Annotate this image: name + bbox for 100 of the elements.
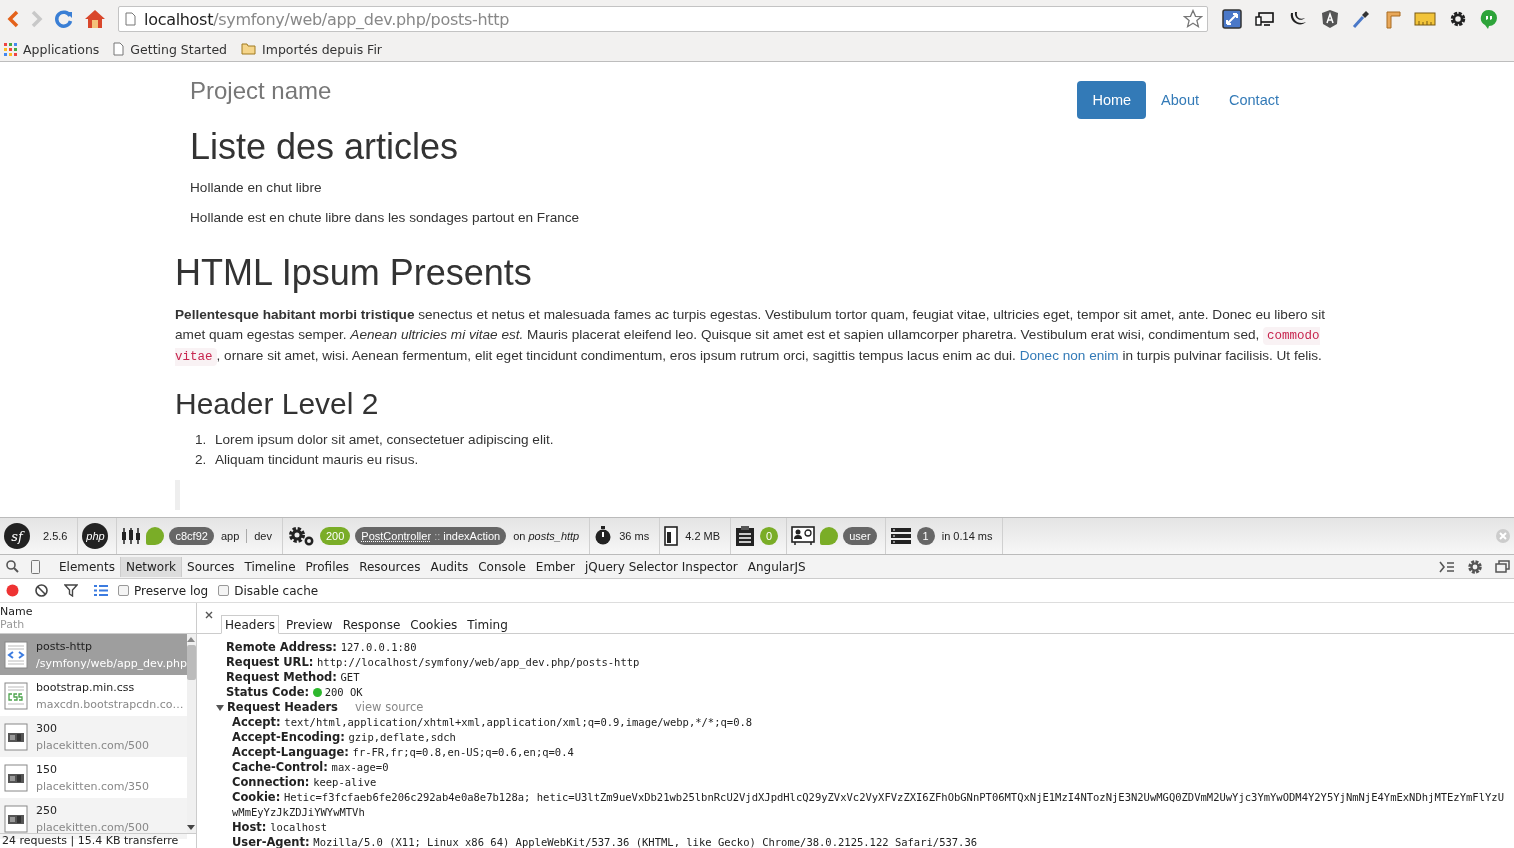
symfony-logo[interactable]: sf	[4, 523, 30, 549]
header-line: Connection: keep-alive	[231, 775, 378, 790]
chat-bubble-icon[interactable]	[1480, 9, 1498, 29]
detail-tab[interactable]: Response	[339, 616, 404, 633]
list-item: Aliquam tincidunt mauris eu risus.	[215, 452, 419, 467]
request-name: 150	[36, 762, 58, 776]
devices-icon[interactable]	[1255, 11, 1275, 27]
database-icon[interactable]	[889, 527, 912, 545]
stopwatch-icon[interactable]	[594, 526, 613, 546]
option-checkbox[interactable]: Preserve log	[118, 583, 209, 598]
list-number: 1.	[195, 431, 208, 449]
request-row[interactable]: 150 placekitten.com/350	[0, 757, 187, 798]
clipboard-icon[interactable]	[735, 525, 756, 547]
ruler-icon[interactable]	[1414, 11, 1436, 27]
bookmark[interactable]: Getting Started	[113, 41, 227, 57]
devtools-tab[interactable]: Ember	[530, 556, 580, 577]
memory-icon[interactable]	[664, 526, 679, 546]
forms-count-badge: 0	[760, 527, 779, 545]
address-bar[interactable]: localhost/symfony/web/app_dev.php/posts-http	[118, 6, 1208, 32]
page-heading: Liste des articles	[190, 127, 460, 167]
article-text: Hollande est en chute libre dans les sondages partout en France	[190, 209, 581, 227]
detail-tab[interactable]: Timing	[464, 616, 511, 633]
brand-link[interactable]: Project name	[190, 77, 332, 105]
contact-card-icon[interactable]	[791, 526, 816, 546]
list-item: Lorem ipsum dolor sit amet, consectetuer adipiscing elit.	[215, 432, 554, 447]
search-icon[interactable]	[6, 560, 19, 573]
request-row[interactable]: posts-http /symfony/web/app_dev.php	[0, 634, 187, 675]
resize-icon[interactable]	[1222, 9, 1242, 29]
scrollbar-thumb[interactable]	[186, 645, 196, 680]
settings-icon[interactable]	[1449, 10, 1467, 28]
detail-tab[interactable]: Cookies	[407, 616, 461, 633]
eyedropper-icon[interactable]	[1352, 9, 1370, 29]
phone-icon[interactable]	[31, 559, 40, 574]
controller-badge[interactable]: PostController :: indexAction	[355, 527, 507, 545]
bars-icon[interactable]	[121, 527, 142, 545]
back-icon[interactable]	[6, 10, 20, 28]
query-count-badge: 1	[916, 527, 935, 545]
section-title[interactable]: Request Headers	[227, 700, 355, 715]
expand-triangle-icon[interactable]	[216, 703, 224, 712]
detail-tab[interactable]: Preview	[282, 616, 336, 633]
request-path: placekitten.com/500	[36, 738, 150, 752]
php-logo[interactable]: php	[82, 523, 109, 549]
devtools-tab[interactable]: Elements	[54, 556, 120, 577]
reload-icon[interactable]	[54, 9, 74, 29]
request-row[interactable]: bootstrap.min.css maxcdn.bootstrapcdn.co…	[0, 675, 187, 716]
close-icon[interactable]	[205, 611, 213, 619]
nav-link[interactable]: Contact	[1214, 81, 1294, 119]
devtools-tab[interactable]: Audits	[425, 556, 474, 577]
devtools-tab[interactable]: Timeline	[239, 556, 301, 577]
folder-icon	[241, 43, 256, 55]
record-icon[interactable]	[6, 584, 19, 597]
shield-icon[interactable]	[1321, 9, 1339, 29]
nav-link[interactable]: Home	[1077, 81, 1147, 119]
scroll-down-icon[interactable]	[187, 825, 196, 830]
token-badge[interactable]: c8cf92	[169, 527, 214, 545]
image-file-icon	[4, 722, 28, 751]
column-header[interactable]: Name	[0, 605, 196, 618]
css-file-icon	[4, 681, 28, 710]
devtools-tab[interactable]: Profiles	[300, 556, 355, 577]
header-line: Request URL: http://localhost/symfony/web/app_dev.php/posts-http	[226, 655, 641, 670]
option-checkbox[interactable]: Disable cache	[218, 583, 319, 598]
header-line: Status Code: 200 OK	[226, 685, 364, 700]
console-drawer-icon[interactable]	[1439, 560, 1455, 573]
time-text: 36 ms	[618, 530, 651, 542]
devtools-tab[interactable]: Console	[473, 556, 531, 577]
article-link[interactable]: Donec non enim	[1019, 348, 1119, 363]
app-name: app	[219, 530, 241, 542]
request-row[interactable]: 300 placekitten.com/500	[0, 716, 187, 757]
devtools-tab[interactable]: Resources	[354, 556, 426, 577]
dock-icon[interactable]	[1495, 560, 1510, 573]
header-line: Accept-Encoding: gzip,deflate,sdch	[231, 730, 457, 745]
list-number: 2.	[195, 451, 208, 469]
view-source-link[interactable]: view source	[355, 700, 424, 715]
header-line: Accept-Language: fr-FR,fr;q=0.8,en-US;q=0.6,en;q=0.4	[231, 745, 575, 760]
query-time-text: in 0.14 ms	[940, 530, 994, 542]
header-line: Accept: text/html,application/xhtml+xml,application/xml;q=0.9,image/webp,*/*;q=0.8	[231, 715, 754, 730]
devtools-tab[interactable]: Network	[119, 556, 183, 577]
request-path: placekitten.com/500	[36, 820, 150, 834]
status-code-badge: 200	[320, 527, 351, 545]
devtools-tab[interactable]: AngularJS	[742, 556, 811, 577]
devtools-tab[interactable]: jQuery Selector Inspector	[580, 556, 743, 577]
detail-tab[interactable]: Headers	[221, 615, 279, 634]
nav-link[interactable]: About	[1146, 81, 1214, 119]
scrollbar[interactable]	[186, 634, 196, 833]
user-badge[interactable]: user	[843, 527, 877, 545]
request-path: maxcdn.bootstrapcdn.co…	[36, 697, 184, 711]
gears-icon[interactable]	[287, 526, 315, 546]
clear-icon[interactable]	[35, 584, 48, 597]
bookmark[interactable]: Importés depuis Fir	[241, 41, 382, 57]
scroll-up-icon[interactable]	[187, 637, 196, 642]
devtools-tab[interactable]: Sources	[182, 556, 240, 577]
ruler-icon[interactable]	[1383, 9, 1401, 29]
home-icon[interactable]	[84, 9, 106, 29]
bookmark[interactable]: Applications	[4, 41, 100, 57]
settings-icon[interactable]	[1467, 558, 1483, 575]
list-view-icon[interactable]	[94, 585, 108, 596]
star-icon[interactable]	[1183, 9, 1203, 29]
memory-text: 4.2 MB	[684, 530, 722, 542]
header-line: User-Agent: Mozilla/5.0 (X11; Linux x86 64) AppleWebKit/537.36 (KHTML, like Gecko) Chrome/38.0.2125.122 Safari/537.36	[231, 835, 979, 848]
filter-icon[interactable]	[64, 584, 78, 597]
